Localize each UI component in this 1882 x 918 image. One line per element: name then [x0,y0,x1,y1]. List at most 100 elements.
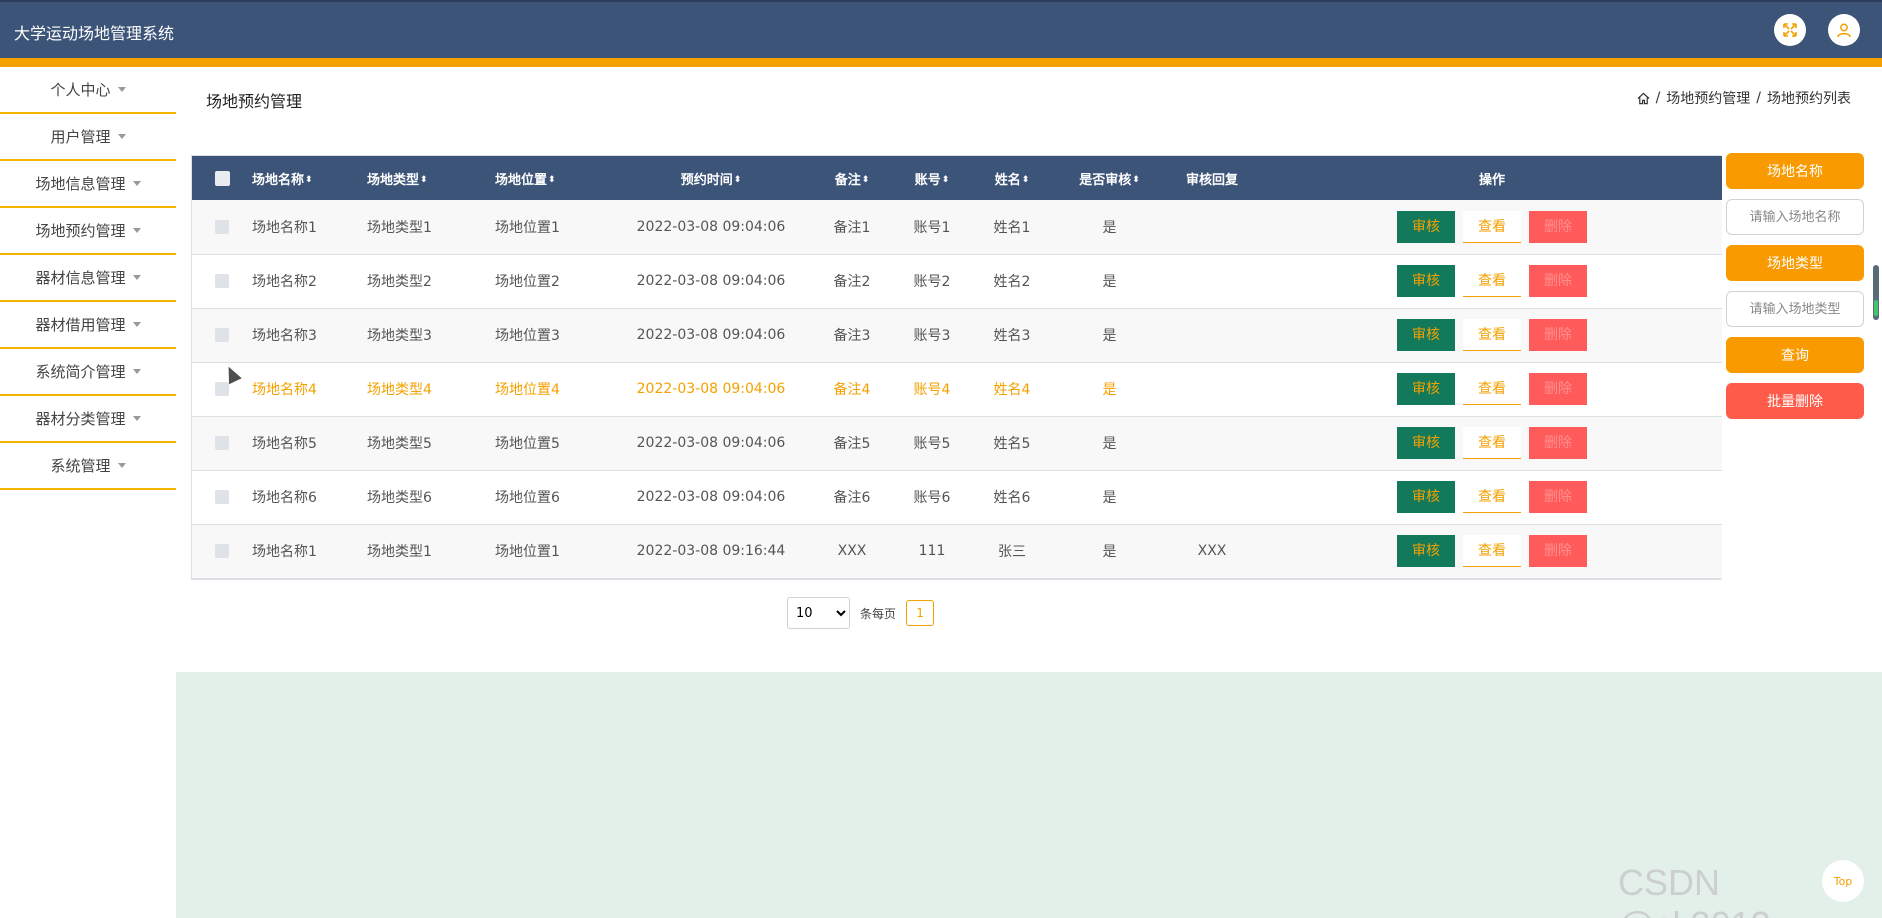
row-select-cell[interactable] [192,524,252,579]
column-header-label: 审核回复 [1185,172,1238,188]
row-select-cell[interactable] [192,200,252,255]
sidebar-item-venue-booking[interactable]: 场地预约管理 [0,208,176,255]
row-checkbox[interactable] [215,328,229,342]
column-header-actions: 操作 [1262,156,1722,200]
sidebar-item-equipment-borrow[interactable]: 器材借用管理 [0,302,176,349]
sort-icon[interactable]: ⬍ [420,175,428,185]
cell-type: 场地类型3 [367,308,495,363]
breadcrumb: / 场地预约管理 / 场地预约列表 [1637,88,1851,108]
row-select-cell[interactable] [192,308,252,363]
column-header-name[interactable]: 场地名称⬍ [252,156,367,200]
table-row[interactable]: 场地名称6 场地类型6 场地位置6 2022-03-08 09:04:06 备注6 账号6… [192,470,1722,525]
row-checkbox[interactable] [215,490,229,504]
cell-loc: 场地位置3 [495,308,615,363]
row-checkbox[interactable] [215,436,229,450]
sort-icon[interactable]: ⬍ [1022,175,1030,185]
table-row[interactable]: 场地名称5 场地类型5 场地位置5 2022-03-08 09:04:06 备注5 账号5… [192,416,1722,471]
cell-reply [1162,308,1262,363]
scrollbar-indicator [1874,300,1878,316]
sort-icon[interactable]: ⬍ [734,175,742,185]
back-to-top-button[interactable]: Top [1822,860,1864,902]
audit-button[interactable]: 审核 [1397,210,1455,243]
caret-down-icon [132,416,141,421]
table-row[interactable]: 场地名称1 场地类型1 场地位置1 2022-03-08 09:16:44 XXX 111… [192,524,1722,579]
table-row[interactable]: 场地名称3 场地类型3 场地位置3 2022-03-08 09:04:06 备注3 账号3… [192,308,1722,363]
row-select-cell[interactable] [192,470,252,525]
sort-icon[interactable]: ⬍ [1132,175,1140,185]
cell-loc: 场地位置4 [495,362,615,417]
select-all-checkbox[interactable] [214,170,230,186]
table-row[interactable]: 场地名称4 场地类型4 场地位置4 2022-03-08 09:04:06 备注4 账号4… [192,362,1722,417]
column-header-account[interactable]: 账号⬍ [897,156,967,200]
sidebar-item-user-management[interactable]: 用户管理 [0,114,176,161]
table-row[interactable]: 场地名称1 场地类型1 场地位置1 2022-03-08 09:04:06 备注1 账号1… [192,200,1722,255]
delete-button[interactable]: 删除 [1529,373,1587,405]
cell-acct: 账号6 [897,470,967,525]
column-header-location[interactable]: 场地位置⬍ [495,156,615,200]
page-number-current[interactable]: 1 [906,600,935,626]
sort-icon[interactable]: ⬍ [862,175,870,185]
page-size-select[interactable]: 10 [787,597,850,629]
delete-button[interactable]: 删除 [1529,481,1587,513]
delete-button[interactable]: 删除 [1529,535,1587,567]
audit-button[interactable]: 审核 [1397,427,1455,459]
sidebar-item-venue-info[interactable]: 场地信息管理 [0,161,176,208]
column-header-audited[interactable]: 是否审核⬍ [1057,156,1162,200]
caret-down-icon [132,322,141,327]
delete-button[interactable]: 删除 [1529,427,1587,459]
column-header-label: 预约时间 [680,172,733,188]
row-checkbox[interactable] [215,544,229,558]
sidebar-item-personal-center[interactable]: 个人中心 [0,67,176,114]
user-icon[interactable] [1828,14,1860,46]
venue-name-input[interactable] [1726,199,1864,235]
breadcrumb-item[interactable]: 场地预约管理 [1666,88,1750,108]
audit-button[interactable]: 审核 [1397,265,1455,297]
row-select-cell[interactable] [192,254,252,309]
sort-icon[interactable]: ⬍ [942,175,950,185]
sort-icon[interactable]: ⬍ [305,175,313,185]
query-button[interactable]: 查询 [1726,337,1864,373]
sidebar-item-equipment-category[interactable]: 器材分类管理 [0,396,176,443]
row-checkbox[interactable] [215,274,229,288]
column-header-label: 备注 [834,172,861,188]
sidebar-item-label: 系统简介管理 [35,363,126,381]
view-button[interactable]: 查看 [1463,535,1521,567]
table-row[interactable]: 场地名称2 场地类型2 场地位置2 2022-03-08 09:04:06 备注2 账号2… [192,254,1722,309]
column-header-person[interactable]: 姓名⬍ [967,156,1057,200]
delete-button[interactable]: 删除 [1529,319,1587,351]
sidebar-item-label: 器材分类管理 [35,410,126,428]
delete-button[interactable]: 删除 [1529,210,1587,243]
column-header-note[interactable]: 备注⬍ [807,156,897,200]
sidebar-item-system-intro[interactable]: 系统简介管理 [0,349,176,396]
view-button[interactable]: 查看 [1463,373,1521,405]
audit-button[interactable]: 审核 [1397,319,1455,351]
venue-type-input[interactable] [1726,291,1864,327]
view-button[interactable]: 查看 [1463,210,1521,243]
view-button[interactable]: 查看 [1463,265,1521,297]
audit-button[interactable]: 审核 [1397,481,1455,513]
audit-button[interactable]: 审核 [1397,535,1455,567]
column-header-label: 操作 [1478,172,1505,188]
view-button[interactable]: 查看 [1463,481,1521,513]
column-header-time[interactable]: 预约时间⬍ [615,156,807,200]
row-checkbox[interactable] [215,219,229,234]
home-icon[interactable] [1637,92,1650,105]
sort-icon[interactable]: ⬍ [548,175,556,185]
fullscreen-icon[interactable] [1774,14,1806,46]
column-header-label: 是否审核 [1079,172,1132,188]
select-all-cell[interactable] [192,156,252,200]
row-checkbox[interactable] [215,382,229,396]
row-select-cell[interactable] [192,416,252,471]
delete-button[interactable]: 删除 [1529,265,1587,297]
sidebar-item-equipment-info[interactable]: 器材信息管理 [0,255,176,302]
cell-loc: 场地位置1 [495,200,615,255]
batch-delete-button[interactable]: 批量删除 [1726,383,1864,419]
audit-button[interactable]: 审核 [1397,373,1455,405]
column-header-type[interactable]: 场地类型⬍ [367,156,495,200]
cell-note: 备注2 [807,254,897,309]
cell-person: 姓名2 [967,254,1057,309]
view-button[interactable]: 查看 [1463,427,1521,459]
sidebar-item-system-management[interactable]: 系统管理 [0,443,176,490]
cell-person: 姓名3 [967,308,1057,363]
view-button[interactable]: 查看 [1463,319,1521,351]
